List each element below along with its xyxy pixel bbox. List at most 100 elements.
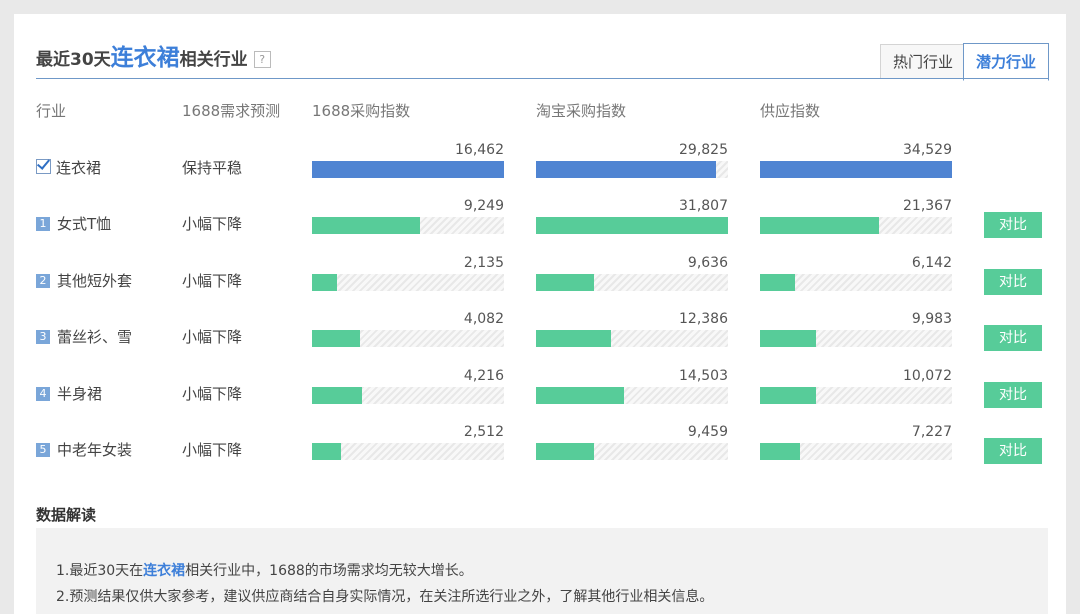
- purchase-index-bar: [312, 217, 420, 234]
- taobao-index-cell: 29,825: [536, 142, 728, 182]
- title-keyword: 连衣裙: [110, 45, 180, 71]
- taobao-index-cell: 9,459: [536, 424, 728, 464]
- supply-index-value: 9,983: [911, 311, 952, 327]
- panel-title: 最近30天连衣裙相关行业?: [36, 38, 271, 72]
- column-header-taobao-purchase: 淘宝采购指数: [536, 102, 627, 120]
- compare-button[interactable]: 对比: [984, 212, 1042, 238]
- taobao-index-value: 9,636: [687, 255, 728, 271]
- rank-badge: 5: [36, 442, 50, 457]
- title-suffix: 相关行业: [179, 50, 248, 70]
- forecast-cell: 保持平稳: [182, 159, 243, 177]
- column-header-supply: 供应指数: [760, 102, 821, 120]
- industry-name: 半身裙: [57, 385, 103, 403]
- line1-suffix: 相关行业中，1688的市场需求均无较大增长。: [185, 563, 473, 579]
- supply-index-value: 6,142: [911, 255, 952, 271]
- forecast-cell: 小幅下降: [182, 441, 243, 459]
- taobao-index-cell: 31,807: [536, 198, 728, 238]
- taobao-index-value: 12,386: [679, 311, 728, 327]
- supply-index-cell: 9,983: [760, 311, 952, 351]
- purchase-index-bar: [312, 330, 360, 347]
- column-header-forecast: 1688需求预测: [182, 102, 281, 120]
- industry-cell: 5 中老年女装: [36, 439, 132, 460]
- checkbox-checked-icon[interactable]: [36, 159, 51, 174]
- supply-index-cell: 10,072: [760, 368, 952, 408]
- supply-index-value: 7,227: [911, 424, 952, 440]
- rank-badge: 2: [36, 273, 50, 288]
- taobao-index-bar: [536, 387, 625, 404]
- taobao-index-bar: [536, 161, 717, 178]
- purchase-index-bar: [312, 161, 504, 178]
- table-row: 1 女式T恤 小幅下降 9,249 31,807 21,367 对比: [14, 198, 1066, 254]
- supply-index-bar-track: [760, 217, 952, 234]
- tab-hot-industry[interactable]: 热门行业: [880, 44, 966, 79]
- supply-index-value: 21,367: [903, 198, 952, 214]
- supply-index-bar-track: [760, 161, 952, 178]
- forecast-cell: 小幅下降: [182, 215, 243, 233]
- supply-index-bar-track: [760, 443, 952, 460]
- taobao-index-value: 9,459: [687, 424, 728, 440]
- title-prefix: 最近30天: [36, 50, 111, 70]
- taobao-index-bar: [536, 217, 728, 234]
- purchase-index-value: 4,082: [463, 311, 504, 327]
- taobao-index-bar-track: [536, 217, 728, 234]
- purchase-index-bar-track: [312, 387, 504, 404]
- rank-badge: 1: [36, 216, 50, 231]
- compare-button[interactable]: 对比: [984, 382, 1042, 408]
- compare-button[interactable]: 对比: [984, 269, 1042, 295]
- purchase-index-value: 4,216: [463, 368, 504, 384]
- interpretation-box: 1.最近30天在连衣裙相关行业中，1688的市场需求均无较大增长。 2.预测结果…: [36, 528, 1048, 614]
- taobao-index-value: 29,825: [679, 142, 728, 158]
- industry-cell: 4 半身裙: [36, 383, 102, 404]
- purchase-index-bar-track: [312, 161, 504, 178]
- supply-index-bar: [760, 161, 952, 178]
- forecast-cell: 小幅下降: [182, 385, 243, 403]
- purchase-index-bar-track: [312, 274, 504, 291]
- purchase-index-bar: [312, 387, 362, 404]
- supply-index-bar: [760, 330, 816, 347]
- industry-cell[interactable]: 连衣裙: [36, 157, 101, 178]
- purchase-index-cell: 9,249: [312, 198, 504, 238]
- taobao-index-bar-track: [536, 330, 728, 347]
- supply-index-bar-track: [760, 274, 952, 291]
- purchase-index-cell: 2,512: [312, 424, 504, 464]
- compare-button[interactable]: 对比: [984, 325, 1042, 351]
- industry-name: 蕾丝衫、雪: [57, 328, 133, 346]
- rank-badge: 4: [36, 386, 50, 401]
- taobao-index-bar: [536, 330, 611, 347]
- taobao-index-bar: [536, 443, 594, 460]
- supply-index-cell: 6,142: [760, 255, 952, 295]
- taobao-index-value: 31,807: [679, 198, 728, 214]
- supply-index-cell: 7,227: [760, 424, 952, 464]
- compare-button[interactable]: 对比: [984, 438, 1042, 464]
- table-row: 连衣裙 保持平稳 16,462 29,825 34,529: [14, 142, 1066, 198]
- taobao-index-cell: 9,636: [536, 255, 728, 295]
- industry-cell: 2 其他短外套: [36, 270, 132, 291]
- tab-potential-industry[interactable]: 潜力行业: [963, 43, 1049, 81]
- supply-index-value: 10,072: [903, 368, 952, 384]
- purchase-index-cell: 16,462: [312, 142, 504, 182]
- industry-name: 中老年女装: [57, 441, 133, 459]
- purchase-index-value: 2,512: [463, 424, 504, 440]
- supply-index-bar: [760, 274, 795, 291]
- purchase-index-bar: [312, 274, 337, 291]
- table-row: 5 中老年女装 小幅下降 2,512 9,459 7,227 对比: [14, 424, 1066, 480]
- column-header-1688-purchase: 1688采购指数: [312, 102, 411, 120]
- industry-name: 女式T恤: [57, 215, 112, 233]
- taobao-index-bar-track: [536, 274, 728, 291]
- purchase-index-bar-track: [312, 217, 504, 234]
- supply-index-bar-track: [760, 330, 952, 347]
- industry-name: 其他短外套: [57, 272, 133, 290]
- rank-badge: 3: [36, 329, 50, 344]
- line1-keyword: 连衣裙: [143, 563, 186, 579]
- header-divider: [36, 78, 1048, 79]
- interpretation-line-2: 2.预测结果仅供大家参考，建议供应商结合自身实际情况，在关注所选行业之外，了解其…: [56, 589, 714, 605]
- supply-index-value: 34,529: [903, 142, 952, 158]
- supply-index-bar: [760, 387, 816, 404]
- supply-index-bar: [760, 443, 801, 460]
- purchase-index-value: 9,249: [463, 198, 504, 214]
- supply-index-bar: [760, 217, 880, 234]
- industry-cell: 3 蕾丝衫、雪: [36, 326, 132, 347]
- taobao-index-bar-track: [536, 161, 728, 178]
- help-icon[interactable]: ?: [253, 51, 271, 68]
- forecast-cell: 小幅下降: [182, 328, 243, 346]
